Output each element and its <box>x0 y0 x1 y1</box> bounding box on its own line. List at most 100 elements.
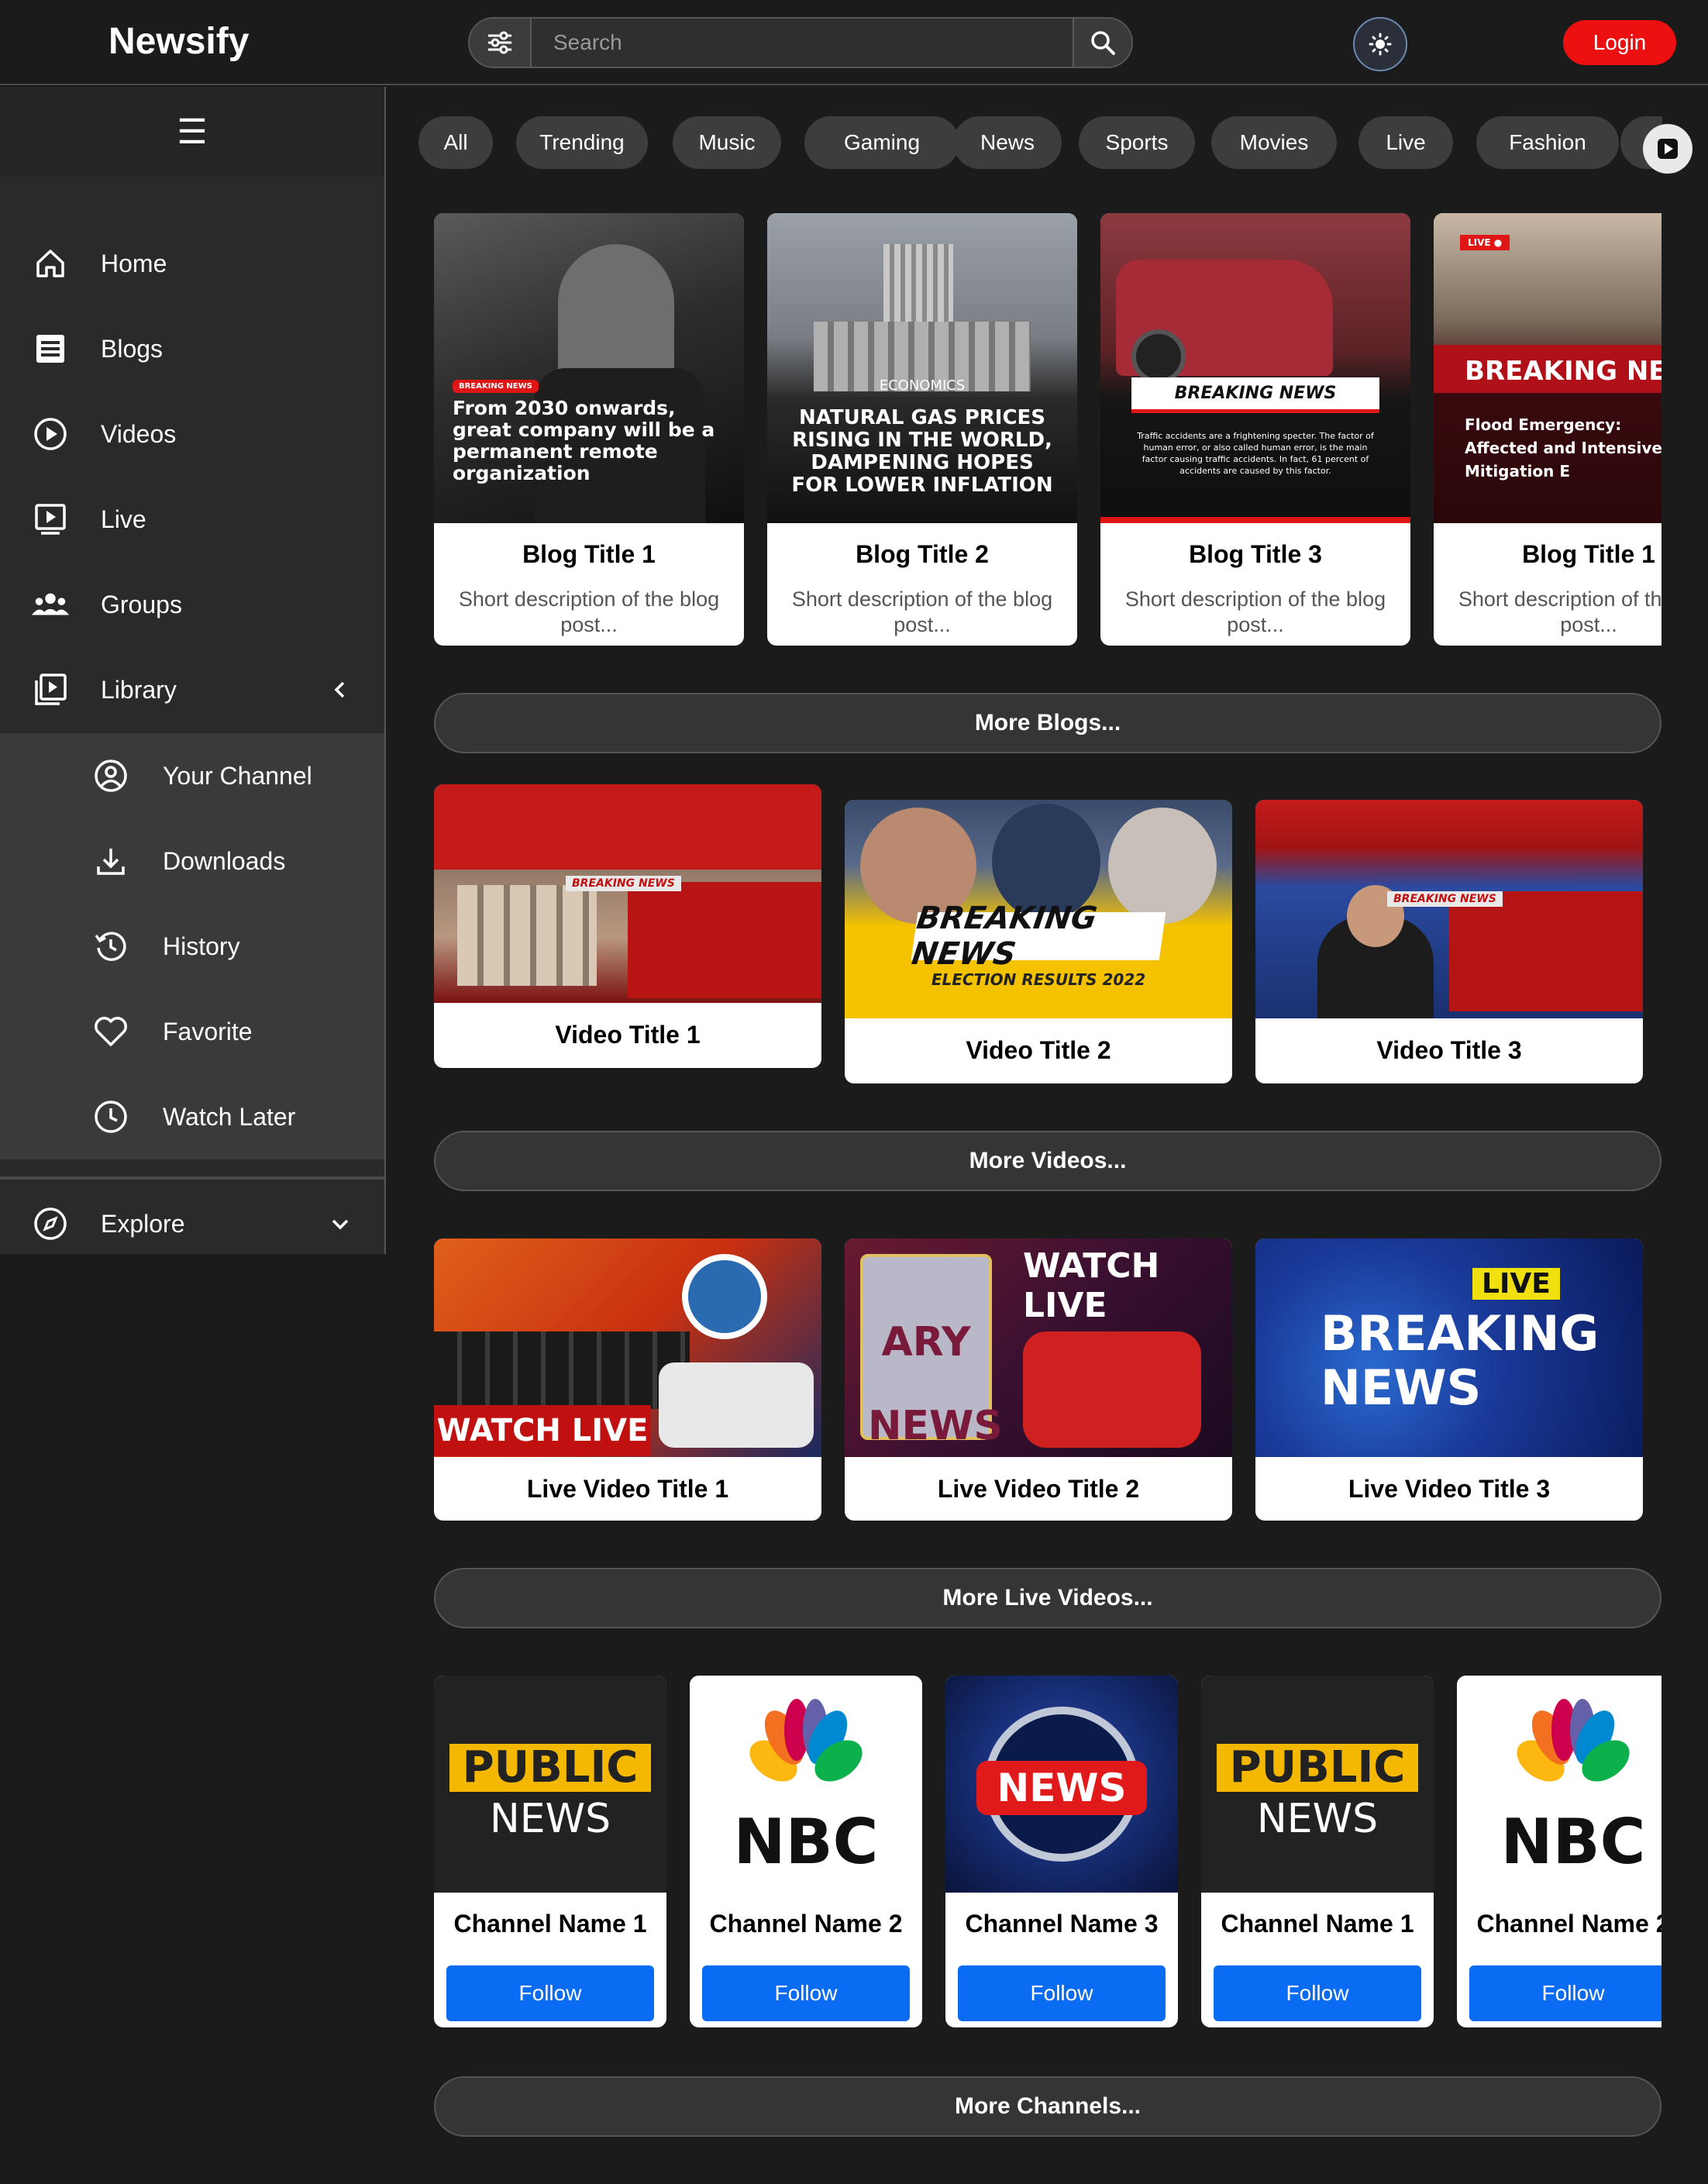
sidebar-item-label: Blogs <box>101 334 164 363</box>
live-video-thumbnail: LIVE BREAKING NEWS <box>1255 1238 1643 1457</box>
channels-row: PUBLIC NEWS Channel Name 1 Follow NBC Ch… <box>434 1676 1662 2029</box>
channel-logo: NBC <box>690 1676 922 1893</box>
live-video-card[interactable]: WATCH LIVE Live Video Title 1 <box>434 1238 821 1521</box>
sidebar-item-label: Your Channel <box>163 761 312 790</box>
channel-card[interactable]: PUBLIC NEWS Channel Name 1 Follow <box>434 1676 666 2027</box>
sidebar-item-downloads[interactable]: Downloads <box>0 818 384 904</box>
channel-name: Channel Name 2 <box>1476 1910 1662 1938</box>
blog-description: Short description of the blog post... <box>458 587 720 636</box>
live-video-thumbnail: WATCH LIVE <box>434 1238 821 1457</box>
live-videos-row: WATCH LIVE Live Video Title 1 ARY NEWS W… <box>434 1238 1662 1522</box>
more-live-videos-button[interactable]: More Live Videos... <box>434 1568 1662 1628</box>
blog-card[interactable]: LIVE ● BREAKING NE Flood Emergency: Affe… <box>1434 213 1662 646</box>
follow-button[interactable]: Follow <box>1214 1965 1421 2021</box>
blog-icon <box>31 329 70 368</box>
app-logo[interactable]: Newsify <box>108 20 249 63</box>
sidebar-item-label: History <box>163 932 240 960</box>
sidebar-item-watch-later[interactable]: Watch Later <box>0 1074 384 1159</box>
channel-logo: PUBLIC NEWS <box>434 1676 666 1893</box>
video-thumbnail: BREAKING NEWS <box>434 784 821 1003</box>
category-chip[interactable]: Fashion <box>1476 116 1619 169</box>
category-chip[interactable]: Music <box>673 116 781 169</box>
sidebar-item-blogs[interactable]: Blogs <box>0 306 384 391</box>
category-chip[interactable]: Sports <box>1079 116 1195 169</box>
groups-icon <box>31 585 70 624</box>
search-input[interactable] <box>533 19 1076 67</box>
sidebar-item-explore[interactable]: Explore <box>0 1193 384 1255</box>
blog-title: Blog Title 3 <box>1189 540 1322 568</box>
more-videos-button[interactable]: More Videos... <box>434 1131 1662 1191</box>
channel-card[interactable]: PUBLIC NEWS Channel Name 1 Follow <box>1201 1676 1434 2027</box>
channel-logo: NBC <box>1457 1676 1662 1893</box>
sidebar-item-home[interactable]: Home <box>0 221 384 306</box>
category-chip[interactable]: All <box>418 116 493 169</box>
filter-button[interactable] <box>470 19 532 67</box>
sidebar-item-history[interactable]: History <box>0 904 384 989</box>
video-title: Video Title 2 <box>966 1036 1111 1064</box>
blog-card[interactable]: BREAKING NEWS Traffic accidents are a fr… <box>1100 213 1410 646</box>
sliders-icon <box>488 31 511 54</box>
channel-logo: PUBLIC NEWS <box>1201 1676 1434 1893</box>
menu-toggle[interactable]: ☰ <box>0 87 384 177</box>
sidebar-item-your-channel[interactable]: Your Channel <box>0 733 384 818</box>
blog-title: Blog Title 1 <box>1522 540 1655 568</box>
category-chip[interactable]: News <box>953 116 1062 169</box>
channel-name: Channel Name 3 <box>965 1910 1159 1938</box>
sidebar: ☰ Home Blogs Videos Live Groups Library … <box>0 87 386 1254</box>
live-video-card[interactable]: ARY NEWS WATCH LIVE Live Video Title 2 <box>845 1238 1232 1521</box>
channel-card[interactable]: NBC Channel Name 2 Follow <box>690 1676 922 2027</box>
video-card[interactable]: BREAKING NEWS Video Title 3 <box>1255 800 1643 1083</box>
more-channels-button[interactable]: More Channels... <box>434 2076 1662 2137</box>
clock-icon <box>91 1097 130 1136</box>
library-icon <box>31 670 70 709</box>
sidebar-item-library[interactable]: Library <box>0 647 384 732</box>
live-tv-icon <box>31 500 70 539</box>
live-video-title: Live Video Title 2 <box>937 1475 1140 1503</box>
follow-button[interactable]: Follow <box>958 1965 1166 2021</box>
channel-logo: NEWS <box>945 1676 1178 1893</box>
sidebar-item-label: Videos <box>101 419 177 448</box>
sidebar-item-videos[interactable]: Videos <box>0 391 384 477</box>
category-bar: All Trending Music Gaming News Sports Mo… <box>418 116 1662 169</box>
follow-button[interactable]: Follow <box>1469 1965 1662 2021</box>
follow-button[interactable]: Follow <box>446 1965 654 2021</box>
login-button[interactable]: Login <box>1563 20 1676 65</box>
live-video-title: Live Video Title 1 <box>526 1475 729 1503</box>
category-chip[interactable]: Trending <box>516 116 648 169</box>
download-icon <box>91 842 130 880</box>
videos-row: BREAKING NEWS Video Title 1 BREAKING NEW… <box>434 784 1662 1087</box>
live-video-title: Live Video Title 3 <box>1348 1475 1551 1503</box>
search-icon <box>1091 31 1115 55</box>
search-button[interactable] <box>1073 19 1131 67</box>
blog-description: Short description of the blog post... <box>1124 587 1386 636</box>
category-chip[interactable]: Live <box>1358 116 1453 169</box>
chevron-left-icon[interactable] <box>329 678 352 701</box>
more-blogs-button[interactable]: More Blogs... <box>434 693 1662 753</box>
blog-card[interactable]: ECONOMICS NATURAL GAS PRICES RISING IN T… <box>767 213 1077 646</box>
follow-button[interactable]: Follow <box>702 1965 910 2021</box>
theme-toggle-button[interactable] <box>1353 17 1407 71</box>
top-header: Newsify Search Login <box>0 0 1708 85</box>
category-scroll-button[interactable] <box>1643 124 1693 174</box>
video-title: Video Title 3 <box>1376 1036 1522 1064</box>
blog-card[interactable]: BREAKING NEWS From 2030 onwards, great c… <box>434 213 744 646</box>
play-circle-icon <box>31 415 70 453</box>
channel-card[interactable]: NEWS Channel Name 3 Follow <box>945 1676 1178 2027</box>
sidebar-item-label: Explore <box>101 1209 185 1238</box>
category-chip[interactable]: Movies <box>1211 116 1337 169</box>
sidebar-item-label: Downloads <box>163 846 286 875</box>
sidebar-item-label: Favorite <box>163 1017 253 1045</box>
sidebar-item-live[interactable]: Live <box>0 477 384 562</box>
live-video-card[interactable]: LIVE BREAKING NEWS Live Video Title 3 <box>1255 1238 1643 1521</box>
sidebar-item-label: Home <box>101 249 167 277</box>
category-chip[interactable]: Gaming <box>804 116 959 169</box>
channel-name: Channel Name 2 <box>709 1910 903 1938</box>
sidebar-item-groups[interactable]: Groups <box>0 562 384 647</box>
video-card[interactable]: BREAKING NEWS Video Title 1 <box>434 784 821 1068</box>
video-card[interactable]: BREAKING NEWS ELECTION RESULTS 2022 Vide… <box>845 800 1232 1083</box>
blogs-row: BREAKING NEWS From 2030 onwards, great c… <box>434 213 1662 647</box>
home-icon <box>31 244 70 283</box>
channel-card[interactable]: NBC Channel Name 2 Follow <box>1457 1676 1662 2027</box>
chevron-down-icon[interactable] <box>329 1212 352 1235</box>
sidebar-item-favorite[interactable]: Favorite <box>0 989 384 1074</box>
